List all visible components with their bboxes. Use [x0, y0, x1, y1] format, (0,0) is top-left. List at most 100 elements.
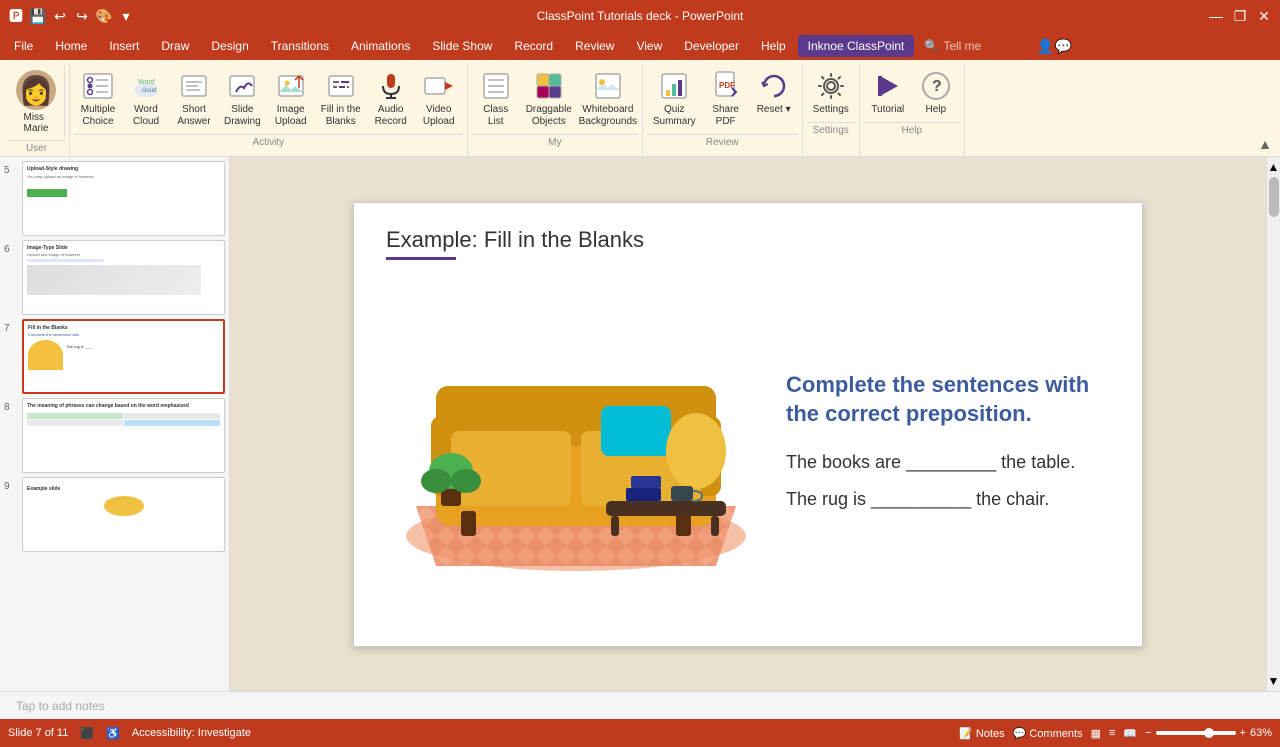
zoom-out-icon[interactable]: − [1145, 727, 1151, 739]
accessibility-icon: ♿ [106, 727, 120, 740]
comments-button[interactable]: 💬 Comments [1013, 727, 1083, 740]
comments-icon: 💬 [1013, 728, 1027, 740]
status-right: 📝 Notes 💬 Comments ▦ ≡ 📖 − + 63% [959, 727, 1272, 740]
menu-file[interactable]: File [4, 35, 43, 57]
ribbon-review-section: QuizSummary PDF SharePDF Reset ▾ Review [643, 64, 803, 156]
tell-me-box[interactable]: 🔍 [916, 39, 1031, 53]
quiz-summary-button[interactable]: QuizSummary [647, 66, 702, 132]
more-icon[interactable]: ▾ [118, 8, 134, 24]
whiteboard-bg-label: WhiteboardBackgrounds [579, 104, 637, 128]
slide-thumb-7[interactable]: 7 Fill in the Blanks Complete the senten… [4, 319, 225, 394]
slide-panel: 5 Upload-Style drawing You may upload an… [0, 157, 230, 691]
menu-draw[interactable]: Draw [151, 35, 199, 57]
short-answer-label: ShortAnswer [177, 104, 210, 128]
customize-icon[interactable]: 🎨 [96, 8, 112, 24]
slide-content-5: Upload-Style drawing You may upload an i… [23, 162, 224, 235]
settings-button[interactable]: Settings [807, 66, 855, 120]
video-upload-icon [423, 70, 455, 102]
menu-transitions[interactable]: Transitions [261, 35, 339, 57]
main-slide: Example: Fill in the Blanks [353, 202, 1143, 647]
slide5-green-bar [27, 189, 67, 197]
multiple-choice-button[interactable]: MultipleChoice [74, 66, 122, 132]
slide-num-9: 9 [4, 477, 18, 492]
svg-text:?: ? [932, 78, 942, 95]
view-reading-icon[interactable]: 📖 [1123, 727, 1137, 740]
settings-icon [815, 70, 847, 102]
tutorial-button[interactable]: Tutorial [864, 66, 912, 120]
save-icon[interactable]: 💾 [30, 8, 46, 24]
scroll-down-button[interactable]: ▼ [1267, 671, 1280, 691]
slide-text-content: Complete the sentences withthe correct p… [786, 276, 1110, 622]
menu-home[interactable]: Home [45, 35, 97, 57]
image-upload-button[interactable]: ImageUpload [267, 66, 315, 132]
menu-review[interactable]: Review [565, 35, 624, 57]
slide-img-7[interactable]: Fill in the Blanks Complete the sentence… [22, 319, 225, 394]
tutorial-label: Tutorial [871, 104, 904, 116]
menu-record[interactable]: Record [504, 35, 563, 57]
notes-bar[interactable]: Tap to add notes [0, 691, 1280, 719]
slide-img-9[interactable]: Example slide [22, 477, 225, 552]
share-pdf-label: SharePDF [712, 104, 739, 128]
menu-insert[interactable]: Insert [99, 35, 149, 57]
slide-drawing-button[interactable]: SlideDrawing [218, 66, 267, 132]
audio-record-button[interactable]: AudioRecord [367, 66, 415, 132]
slide-img-6[interactable]: Image-Type Slide Upload and image of how… [22, 240, 225, 315]
menu-classpoint[interactable]: Inknoe ClassPoint [798, 35, 915, 57]
fill-blanks-button[interactable]: Fill in theBlanks [315, 66, 367, 132]
slide-thumb-5[interactable]: 5 Upload-Style drawing You may upload an… [4, 161, 225, 236]
ribbon-collapse-button[interactable]: ▲ [1254, 132, 1276, 156]
whiteboard-bg-button[interactable]: WhiteboardBackgrounds [578, 66, 638, 132]
word-cloud-label: WordCloud [133, 104, 159, 128]
menu-view[interactable]: View [626, 35, 672, 57]
word-cloud-icon: Wordcloud [130, 70, 162, 102]
menu-animations[interactable]: Animations [341, 35, 420, 57]
minimize-icon[interactable]: — [1208, 8, 1224, 24]
slide-thumb-8[interactable]: 8 The meaning of phrases can change base… [4, 398, 225, 473]
vertical-scrollbar[interactable]: ▲ ▼ [1266, 157, 1280, 691]
share-pdf-button[interactable]: PDF SharePDF [702, 66, 750, 132]
scroll-up-button[interactable]: ▲ [1267, 157, 1280, 177]
menu-bar: File Home Insert Draw Design Transitions… [0, 32, 1280, 60]
zoom-slider[interactable] [1156, 731, 1236, 735]
class-list-button[interactable]: ClassList [472, 66, 520, 132]
powerpoint-icon: 🅿 [8, 8, 24, 24]
menu-help[interactable]: Help [751, 35, 796, 57]
slide-num-8: 8 [4, 398, 18, 413]
slide-thumb-6[interactable]: 6 Image-Type Slide Upload and image of h… [4, 240, 225, 315]
slide-settings-icon[interactable]: ⬛ [80, 727, 94, 740]
share-icon[interactable]: 👤 [1037, 38, 1053, 54]
draggable-objects-button[interactable]: DraggableObjects [520, 66, 578, 132]
view-normal-icon[interactable]: ▦ [1091, 727, 1101, 740]
zoom-slider-thumb [1204, 728, 1214, 738]
word-cloud-button[interactable]: Wordcloud WordCloud [122, 66, 170, 132]
main-area: 5 Upload-Style drawing You may upload an… [0, 157, 1280, 691]
close-icon[interactable]: ✕ [1256, 8, 1272, 24]
tell-me-input[interactable] [943, 39, 1023, 53]
slide-info: Slide 7 of 11 [8, 727, 68, 739]
slide-img-5[interactable]: Upload-Style drawing You may upload an i… [22, 161, 225, 236]
slide-thumb-9[interactable]: 9 Example slide [4, 477, 225, 552]
video-upload-button[interactable]: VideoUpload [415, 66, 463, 132]
zoom-in-icon[interactable]: + [1240, 727, 1246, 739]
user-avatar: 👩 [16, 70, 56, 110]
menu-developer[interactable]: Developer [674, 35, 749, 57]
slide-img-8[interactable]: The meaning of phrases can change based … [22, 398, 225, 473]
notes-button[interactable]: 📝 Notes [959, 727, 1005, 740]
comments-ribbon-icon[interactable]: 💬 [1055, 38, 1071, 54]
undo-icon[interactable]: ↩ [52, 8, 68, 24]
menu-design[interactable]: Design [201, 35, 258, 57]
reset-button[interactable]: Reset ▾ [750, 66, 798, 120]
fill-blanks-label: Fill in theBlanks [321, 104, 361, 128]
class-list-icon [480, 70, 512, 102]
ribbon-review-label: Review [647, 134, 798, 148]
scroll-thumb[interactable] [1269, 177, 1279, 217]
menu-slideshow[interactable]: Slide Show [422, 35, 502, 57]
fill-blanks-icon [325, 70, 357, 102]
view-outline-icon[interactable]: ≡ [1109, 727, 1115, 739]
redo-icon[interactable]: ↪ [74, 8, 90, 24]
slide-title-underline [386, 257, 456, 260]
restore-icon[interactable]: ❐ [1232, 8, 1248, 24]
help-button[interactable]: ? Help [912, 66, 960, 120]
short-answer-button[interactable]: ShortAnswer [170, 66, 218, 132]
notes-icon: 📝 [959, 728, 973, 740]
